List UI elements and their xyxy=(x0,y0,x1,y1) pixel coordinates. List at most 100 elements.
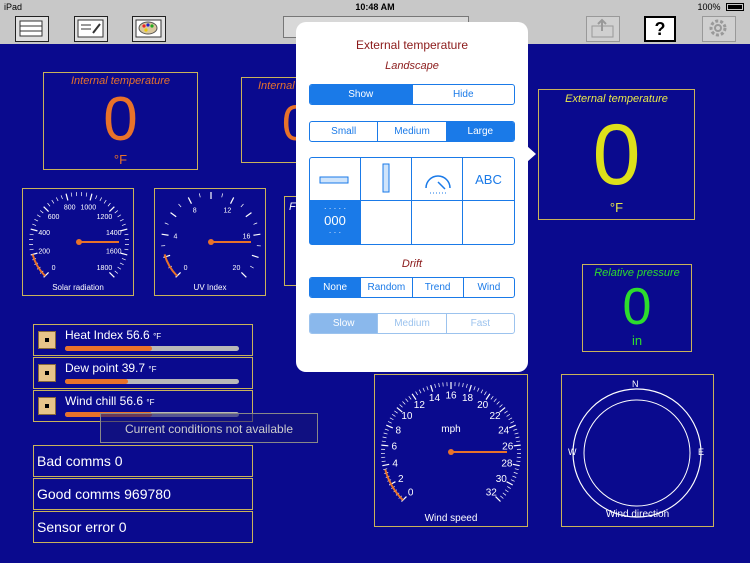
wind-chill-label: Wind chill 56.6 °F xyxy=(65,394,155,408)
size-medium-option[interactable]: Medium xyxy=(377,122,445,141)
wind-tick xyxy=(515,436,520,439)
wind-tick-label: 28 xyxy=(501,458,513,469)
good-comms-row[interactable]: Good comms 969780 xyxy=(33,478,253,510)
wind-speed-label: Wind speed xyxy=(424,513,478,524)
solar-tick xyxy=(70,192,73,197)
speed-fast-option[interactable]: Fast xyxy=(445,314,514,333)
solar-tick-label: 1600 xyxy=(106,249,122,256)
dew-point-row[interactable]: Dew point 39.7 °F xyxy=(33,357,253,389)
solar-radiation-gauge[interactable]: 0 200 400 600 800 1000 1200 1400 1600 1800 Solar … xyxy=(22,188,134,296)
drift-random-option[interactable]: Random xyxy=(360,278,411,297)
status-time: 10:48 AM xyxy=(355,2,395,12)
heat-index-row[interactable]: Heat Index 56.6 °F xyxy=(33,324,253,356)
wind-tick xyxy=(418,389,422,394)
share-icon[interactable] xyxy=(586,16,620,42)
solar-tick xyxy=(39,210,44,214)
visibility-segmented: Show Hide xyxy=(309,84,515,105)
bad-comms-row[interactable]: Bad comms 0 xyxy=(33,445,253,477)
uv-index-gauge[interactable]: 0 4 8 12 16 20 UV Index xyxy=(154,188,266,296)
solar-tick xyxy=(51,199,55,204)
wind-direction-compass[interactable]: N W E Wind direction xyxy=(561,374,714,527)
wind-tick xyxy=(438,383,440,388)
style-dial[interactable] xyxy=(412,158,463,201)
uv-tick xyxy=(178,203,182,208)
status-bar: iPad 10:48 AM 100% xyxy=(0,0,750,14)
wind-tick xyxy=(513,472,518,474)
solar-tick xyxy=(95,195,98,200)
solar-tick xyxy=(47,202,51,207)
wind-tick xyxy=(500,495,504,499)
wind-tick xyxy=(434,383,436,388)
wind-speed-gauge[interactable]: 0 2 4 6 8 10 12 14 16 18 20 22 24 26 28 30 32 mph Wind s… xyxy=(374,374,528,527)
style-digits[interactable]: · · · · · 000 · · · xyxy=(310,201,361,244)
show-option[interactable]: Show xyxy=(310,85,412,104)
help-button[interactable]: ? xyxy=(644,16,676,42)
hide-option[interactable]: Hide xyxy=(411,85,515,104)
solar-needle-hub xyxy=(76,239,82,245)
heat-index-checkbox[interactable] xyxy=(38,331,56,349)
wind-tick xyxy=(512,475,517,478)
dew-point-label: Dew point 39.7 °F xyxy=(65,361,157,375)
heat-index-bar xyxy=(65,346,239,351)
style-digits-label: 000 xyxy=(324,213,346,228)
external-temp-panel[interactable]: External temperature 0 °F xyxy=(538,89,695,220)
wind-tick xyxy=(430,384,434,392)
solar-tick xyxy=(124,248,129,251)
pressure-unit: in xyxy=(631,333,643,348)
wind-tick xyxy=(504,489,509,493)
dew-point-checkbox[interactable] xyxy=(38,364,56,382)
speed-slow-option[interactable]: Slow xyxy=(310,314,378,333)
edit-sheet-icon[interactable] xyxy=(74,16,108,42)
wind-tick-label: 16 xyxy=(445,390,457,401)
sensor-error-row[interactable]: Sensor error 0 xyxy=(33,511,253,543)
dew-point-bar xyxy=(65,379,239,384)
wind-tick xyxy=(502,492,507,496)
wind-tick xyxy=(506,413,511,417)
settings-gear-icon[interactable] xyxy=(702,16,736,42)
solar-tick-label: 200 xyxy=(38,249,50,256)
solar-tick-label: 1400 xyxy=(106,230,122,237)
solar-tick xyxy=(29,248,34,251)
uv-label: UV Index xyxy=(193,283,227,292)
internal-panel-partial[interactable]: Internal 0 xyxy=(241,77,301,163)
solar-tick xyxy=(60,195,63,200)
conditions-toast: Current conditions not available xyxy=(100,413,318,443)
solar-tick xyxy=(30,252,38,256)
wind-tick xyxy=(512,463,520,467)
pressure-panel[interactable]: Relative pressure 0 in xyxy=(582,264,692,352)
drift-trend-option[interactable]: Trend xyxy=(411,278,463,297)
wind-tick xyxy=(381,460,386,462)
internal-temp-panel[interactable]: Internal temperature 0 °F xyxy=(43,72,198,170)
drift-none-option[interactable]: None xyxy=(310,278,361,297)
drift-segmented: None Random Trend Wind xyxy=(309,277,515,298)
style-text[interactable]: ABC xyxy=(463,158,514,201)
wind-tick-label: 12 xyxy=(414,400,426,411)
solar-tick xyxy=(119,262,124,266)
battery-icon xyxy=(726,3,744,11)
style-horizontal-bar[interactable] xyxy=(310,158,361,201)
wind-tick-label: 32 xyxy=(486,488,498,499)
solar-tick xyxy=(121,223,126,226)
wind-chill-checkbox[interactable] xyxy=(38,397,56,415)
wind-tick xyxy=(466,383,468,388)
solar-tick xyxy=(103,199,107,204)
uv-tick xyxy=(240,203,244,208)
size-small-option[interactable]: Small xyxy=(310,122,377,141)
solar-tick xyxy=(108,206,115,213)
external-temp-title: External temperature xyxy=(565,93,668,105)
layouts-icon[interactable] xyxy=(15,16,49,42)
wind-tick xyxy=(510,421,515,424)
speed-medium-option[interactable]: Medium xyxy=(377,314,445,333)
size-large-option[interactable]: Large xyxy=(445,122,514,141)
uv-tick-label: 12 xyxy=(223,207,231,214)
uv-tick-label: 20 xyxy=(233,265,241,272)
compass-north: N xyxy=(632,379,639,389)
palette-icon[interactable] xyxy=(132,16,166,42)
solar-tick xyxy=(114,210,119,214)
drift-wind-option[interactable]: Wind xyxy=(462,278,514,297)
internal-partial-title: Internal xyxy=(258,80,295,92)
style-empty-1 xyxy=(361,201,412,244)
style-vertical-bar[interactable] xyxy=(361,158,412,201)
wind-tick xyxy=(496,401,500,405)
heat-index-label: Heat Index 56.6 °F xyxy=(65,328,162,342)
